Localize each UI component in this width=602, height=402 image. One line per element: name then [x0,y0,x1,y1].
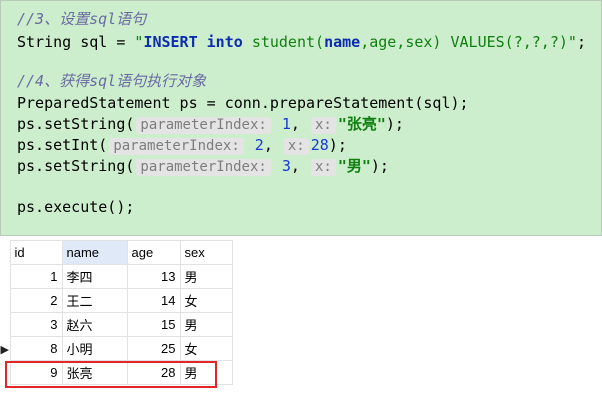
code-line-set-param-3: ps.setString(parameterIndex: 3, x: "男"); [17,156,389,176]
cell-name[interactable]: 李四 [61,264,128,289]
code-line-sql-string: String sql = " INSERT into student(name,a… [17,32,586,52]
parameter-hint-x: x: [310,117,336,134]
cell-name[interactable]: 赵六 [61,312,128,337]
cell-age[interactable]: 15 [126,312,181,337]
code-line-execute: ps.execute(); [17,198,135,216]
table-row[interactable]: 2 王二 14 女 [0,288,233,313]
sql-keyword-insert: INSERT [143,33,198,51]
sql-table-text: student( [251,33,325,51]
sql-keyword-into: into [206,33,243,51]
parameter-hint-x: x: [283,138,309,155]
code-editor[interactable]: //3、设置sql语句 String sql = " INSERT into st… [0,0,602,236]
code-line-set-param-1: ps.setString(parameterIndex: 1, x: "张亮"); [17,114,404,134]
semicolon: ; [576,33,586,51]
column-header-sex[interactable]: sex [179,240,233,265]
param-value: 28 [310,136,329,154]
cell-id[interactable]: 2 [9,288,63,313]
cell-name[interactable]: 小明 [61,336,128,361]
cell-id[interactable]: 8 [9,336,63,361]
code-comment-set-sql: //3、设置sql语句 [17,10,147,28]
parameter-hint-index: parameterIndex: [136,159,271,176]
string-quote: " [567,33,577,51]
cell-id[interactable]: 9 [9,360,63,385]
comma: , [290,157,300,175]
parameter-hint-index: parameterIndex: [109,138,244,155]
cell-age[interactable]: 28 [126,360,181,385]
cell-age[interactable]: 13 [126,264,181,289]
row-marker [0,289,10,313]
code-text: String sql = [17,33,135,51]
parameter-hint-x: x: [310,159,336,176]
cell-sex[interactable]: 男 [179,264,233,289]
param-value: "男" [337,157,371,175]
method-call: ps.setString( [17,157,135,175]
row-marker [0,265,10,289]
param-index-value: 2 [254,136,264,154]
method-call: ps.setString( [17,115,135,133]
table-row-current[interactable]: ▶ 8 小明 25 女 [0,336,233,361]
call-end: ); [370,157,389,175]
cell-sex[interactable]: 男 [179,312,233,337]
parameter-hint-index: parameterIndex: [136,117,271,134]
cell-name[interactable]: 王二 [61,288,128,313]
sql-keyword-name: name [324,33,361,51]
current-row-marker-icon: ▶ [0,344,9,356]
table-header-row: id name age sex [0,240,233,265]
comma: , [263,136,273,154]
cell-age[interactable]: 25 [126,336,181,361]
row-marker-header [0,240,10,265]
call-end: ); [385,115,404,133]
column-header-name[interactable]: name [61,240,128,265]
param-index-value: 3 [281,157,291,175]
cell-sex[interactable]: 男 [179,360,233,385]
code-line-prepare-statement: PreparedStatement ps = conn.prepareState… [17,94,469,112]
cell-id[interactable]: 1 [9,264,63,289]
row-marker [0,313,10,337]
cell-age[interactable]: 14 [126,288,181,313]
method-call: ps.setInt( [17,136,108,154]
comma: , [290,115,300,133]
table-row[interactable]: 3 赵六 15 男 [0,312,233,337]
sql-values-text: ,age,sex) VALUES(?,?,?) [360,33,568,51]
column-header-id[interactable]: id [9,240,63,265]
cell-sex[interactable]: 女 [179,336,233,361]
table-row-new[interactable]: 9 张亮 28 男 [0,360,233,385]
code-comment-get-statement: //4、获得sql语句执行对象 [17,72,207,90]
param-value: "张亮" [337,115,386,133]
column-header-age[interactable]: age [126,240,181,265]
code-line-set-param-2: ps.setInt(parameterIndex: 2, x: 28); [17,135,347,155]
cell-id[interactable]: 3 [9,312,63,337]
cell-name[interactable]: 张亮 [61,360,128,385]
row-marker [0,361,10,385]
param-index-value: 1 [281,115,291,133]
cell-sex[interactable]: 女 [179,288,233,313]
call-end: ); [328,136,347,154]
result-table[interactable]: id name age sex 1 李四 13 男 2 王二 14 女 3 赵六… [0,240,233,385]
table-row[interactable]: 1 李四 13 男 [0,264,233,289]
